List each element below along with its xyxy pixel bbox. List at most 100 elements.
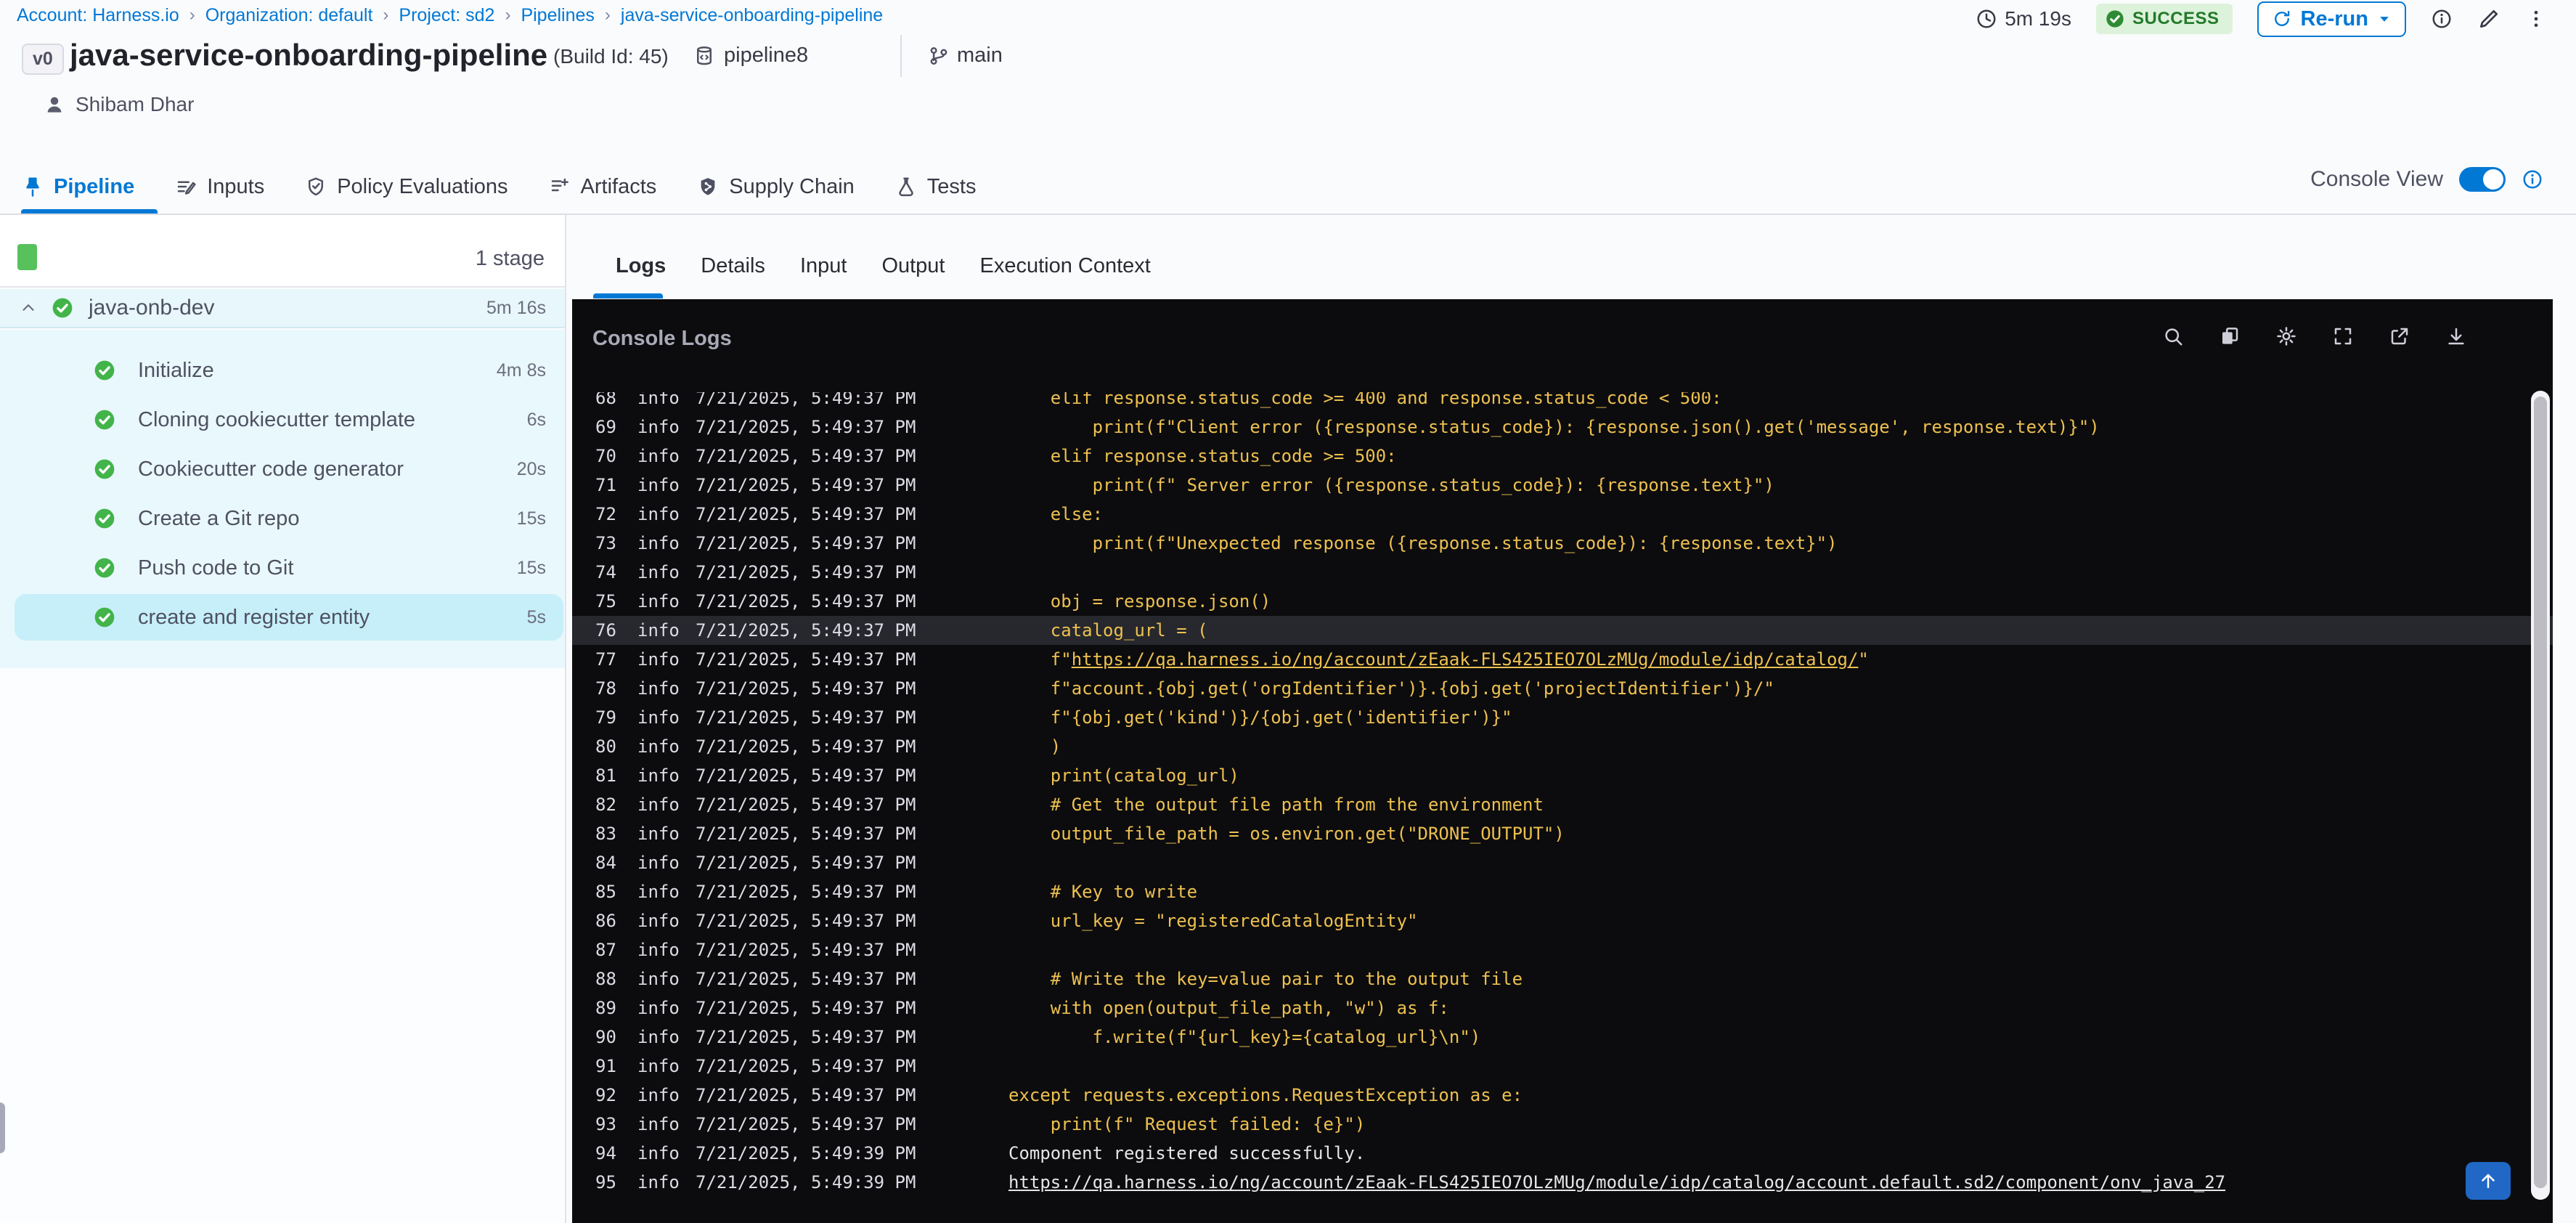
log-line-number: 95	[595, 1172, 616, 1192]
status-badge-label: SUCCESS	[2132, 9, 2220, 28]
log-timestamp: 7/21/2025, 5:49:37 PM	[696, 562, 916, 582]
log-timestamp: 7/21/2025, 5:49:37 PM	[696, 620, 916, 641]
open-in-new-icon[interactable]	[2389, 325, 2410, 347]
tab-inputs[interactable]: Inputs	[175, 175, 264, 199]
log-timestamp: 7/21/2025, 5:49:37 PM	[696, 736, 916, 757]
breadcrumb: Account: Harness.io › Organization: defaul…	[17, 3, 883, 28]
tab-supply-chain[interactable]: Supply Chain	[697, 175, 855, 199]
log-level: info	[637, 620, 680, 641]
log-message: print(f" Server error ({response.status_…	[1008, 471, 1774, 500]
stage-duration: 5m 16s	[486, 297, 546, 318]
rerun-button[interactable]: Re-run	[2257, 1, 2406, 37]
scroll-to-top-button[interactable]	[2466, 1162, 2511, 1200]
step-row-cookiecutter-code-generator[interactable]: Cookiecutter code generator 20s	[0, 444, 565, 494]
log-link[interactable]: https://qa.harness.io/ng/account/zEaak-F…	[1072, 649, 1859, 670]
log-line-number: 82	[595, 795, 616, 815]
log-text: print(f" Request failed: {e}")	[1008, 1114, 1366, 1134]
log-level: info	[637, 591, 680, 612]
log-timestamp: 7/21/2025, 5:49:37 PM	[696, 765, 916, 786]
settings-icon[interactable]	[2275, 325, 2297, 347]
info-icon[interactable]	[2431, 8, 2453, 30]
log-message: f"https://qa.harness.io/ng/account/zEaak…	[1008, 645, 1869, 674]
log-row: 81 info 7/21/2025, 5:49:37 PM print(catalo…	[572, 761, 2553, 790]
breadcrumb-item[interactable]: Organization: default	[205, 5, 373, 26]
log-timestamp: 7/21/2025, 5:49:37 PM	[696, 649, 916, 670]
more-options-kebab-icon[interactable]	[2525, 8, 2547, 30]
log-text: obj = response.json()	[1008, 591, 1271, 612]
log-row: 87 info 7/21/2025, 5:49:37 PM	[572, 935, 2553, 964]
detail-tab-execution-context[interactable]: Execution Context	[980, 254, 1151, 278]
log-viewport: 68 info 7/21/2025, 5:49:37 PM elif respons…	[572, 392, 2553, 1223]
stage-success-icon	[51, 296, 74, 320]
log-scrollbar-track[interactable]	[2531, 391, 2550, 1200]
log-timestamp: 7/21/2025, 5:49:37 PM	[696, 591, 916, 612]
artifacts-icon	[549, 176, 571, 198]
log-text: f.write(f"{url_key}={catalog_url}\n")	[1008, 1027, 1481, 1047]
log-row: 95 info 7/21/2025, 5:49:39 PM https://qa.ha…	[572, 1168, 2553, 1197]
stage-map-node[interactable]	[17, 244, 37, 270]
detail-tab-details[interactable]: Details	[701, 254, 765, 278]
log-row: 94 info 7/21/2025, 5:49:39 PM Component reg…	[572, 1139, 2553, 1168]
copy-icon[interactable]	[2219, 325, 2241, 347]
step-row-create-a-git-repo[interactable]: Create a Git repo 15s	[0, 494, 565, 543]
detail-tab-output[interactable]: Output	[881, 254, 945, 278]
tab-artifacts[interactable]: Artifacts	[549, 175, 656, 199]
main-tab-label: Inputs	[207, 174, 265, 198]
log-level: info	[637, 678, 680, 699]
log-timestamp: 7/21/2025, 5:49:37 PM	[696, 853, 916, 873]
log-line-number: 75	[595, 591, 616, 612]
log-message: obj = response.json()	[1008, 587, 1271, 616]
log-line-number: 69	[595, 417, 616, 437]
log-link[interactable]: https://qa.harness.io/ng/account/zEaak-F…	[1008, 1172, 2225, 1192]
user-avatar-icon	[44, 94, 65, 115]
step-row-initialize[interactable]: Initialize 4m 8s	[0, 346, 565, 395]
log-row: 83 info 7/21/2025, 5:49:37 PM output_file_…	[572, 819, 2553, 848]
branch-label: main	[957, 44, 1003, 67]
breadcrumb-separator: ›	[604, 5, 611, 25]
step-row-cloning-cookiecutter-template[interactable]: Cloning cookiecutter template 6s	[0, 395, 565, 444]
log-line-number: 72	[595, 504, 616, 524]
console-view-toggle[interactable]	[2459, 167, 2506, 192]
log-line-number: 81	[595, 765, 616, 786]
log-scrollbar-thumb[interactable]	[2534, 397, 2547, 1188]
chevron-up-icon[interactable]	[19, 298, 38, 317]
edit-pencil-icon[interactable]	[2477, 7, 2500, 31]
search-icon[interactable]	[2162, 325, 2184, 347]
detail-tab-logs[interactable]: Logs	[616, 254, 666, 278]
log-row: 93 info 7/21/2025, 5:49:37 PM print(f" Req…	[572, 1110, 2553, 1139]
log-row: 73 info 7/21/2025, 5:49:37 PM print(f"Unex…	[572, 529, 2553, 558]
log-row: 79 info 7/21/2025, 5:49:37 PM f"{obj.get('…	[572, 703, 2553, 732]
step-row-push-code-to-git[interactable]: Push code to Git 15s	[0, 543, 565, 593]
console-view-info-icon[interactable]	[2522, 168, 2543, 190]
breadcrumb-item[interactable]: Account: Harness.io	[17, 5, 179, 26]
breadcrumb-item[interactable]: Project: sd2	[399, 5, 494, 26]
stage-row-java-onb-dev[interactable]: java-onb-dev 5m 16s	[0, 289, 565, 328]
left-drawer-handle[interactable]	[0, 1102, 5, 1153]
fullscreen-icon[interactable]	[2332, 325, 2354, 347]
breadcrumb-item[interactable]: java-service-onboarding-pipeline	[621, 5, 883, 26]
log-message: elif response.status_code >= 400 and res…	[1008, 392, 1722, 413]
tab-tests[interactable]: Tests	[895, 175, 976, 199]
step-duration: 5s	[526, 606, 546, 627]
tab-policy-evaluations[interactable]: Policy Evaluations	[305, 175, 508, 199]
log-text: catalog_url = (	[1008, 620, 1208, 641]
log-text: except requests.exceptions.RequestExcept…	[1008, 1085, 1523, 1105]
step-list: Initialize 4m 8s Cloning cookiecutter temp…	[0, 330, 565, 668]
detail-active-tab-underline	[593, 293, 663, 298]
step-label: create and register entity	[138, 605, 370, 629]
log-level: info	[637, 533, 680, 553]
detail-tab-input[interactable]: Input	[800, 254, 847, 278]
detail-tab-bar: Logs Details Input Output Execution Context	[616, 244, 1151, 288]
log-row: 90 info 7/21/2025, 5:49:37 PM f.write(f"{u…	[572, 1023, 2553, 1052]
log-message: url_key = "registeredCatalogEntity"	[1008, 906, 1418, 935]
step-duration: 6s	[526, 409, 546, 430]
step-row-create-and-register-entity[interactable]: create and register entity 5s	[0, 593, 565, 642]
breadcrumb-item[interactable]: Pipelines	[521, 5, 594, 26]
log-timestamp: 7/21/2025, 5:49:39 PM	[696, 1143, 916, 1163]
download-icon[interactable]	[2445, 325, 2467, 347]
log-timestamp: 7/21/2025, 5:49:37 PM	[696, 1114, 916, 1134]
log-line-number: 84	[595, 853, 616, 873]
log-timestamp: 7/21/2025, 5:49:37 PM	[696, 882, 916, 902]
stage-count: 1 stage	[475, 247, 545, 270]
tab-pipeline[interactable]: Pipeline	[22, 175, 134, 199]
